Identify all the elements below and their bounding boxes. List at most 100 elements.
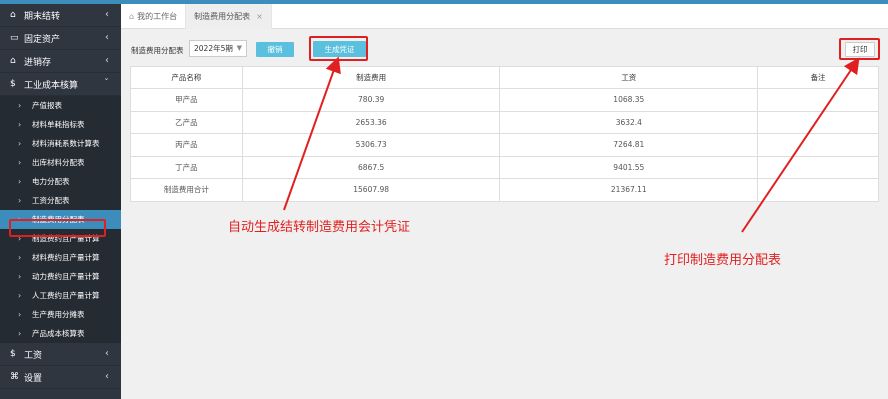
sidebar: ⌂ 期末结转 ‹ ▭ 固定资产 ‹ ⌂ 进销存 ‹ $ 工业成本核算 ˇ › 产值…	[0, 4, 121, 399]
column-header: 工资	[499, 66, 759, 89]
sidebar-item[interactable]: › 人工费约且产量计算	[0, 286, 121, 305]
sidebar-group-fixed-assets[interactable]: ▭ 固定资产 ‹	[0, 27, 121, 50]
sidebar-item-label: 工资分配表	[32, 196, 70, 205]
sidebar-item[interactable]: › 生产费用分摊表	[0, 305, 121, 324]
tab-label: 制造费用分配表	[194, 12, 251, 21]
table-cell: 21367.11	[499, 178, 759, 202]
sidebar-group-label: 期末结转	[24, 11, 61, 22]
table-cell	[757, 110, 879, 134]
sidebar-item[interactable]: › 材料费约且产量计算	[0, 248, 121, 267]
table-cell: 6867.5	[241, 155, 501, 179]
sidebar-item-label: 动力费约且产量计算	[32, 272, 100, 281]
sidebar-item[interactable]: › 出库材料分配表	[0, 153, 121, 172]
table-row: 甲产品 780.39 1068.35	[130, 88, 879, 112]
table-cell: 丙产品	[130, 133, 243, 157]
main-content: 制造费用分配表 2022年5期 ▼ 撤销 生成凭证 打印 产品名称 制造费用 工…	[121, 30, 888, 399]
dollar-icon: $	[10, 349, 16, 359]
annotation-generate-note: 自动生成结转制造费用会计凭证	[228, 220, 411, 235]
home-icon: ⌂	[10, 56, 16, 66]
sidebar-group-label: 工业成本核算	[24, 80, 79, 91]
column-header: 产品名称	[130, 66, 243, 89]
table-cell: 丁产品	[130, 155, 243, 179]
sidebar-item-label: 产品成本核算表	[32, 329, 85, 338]
tab-mfg-expense-allocation[interactable]: 制造费用分配表 ×	[186, 4, 272, 29]
period-select[interactable]: 2022年5期 ▼	[189, 40, 247, 57]
table-cell	[757, 155, 879, 179]
chevron-left-icon: ‹	[105, 371, 109, 382]
tab-workbench[interactable]: ⌂ 我的工作台	[121, 4, 187, 29]
chevron-left-icon: ‹	[105, 348, 109, 359]
highlight-box-sidebar-active	[9, 219, 106, 237]
allocation-table: 产品名称 制造费用 工资 备注 甲产品 780.39 1068.35 乙产品 2…	[130, 66, 879, 202]
highlight-box-print	[839, 38, 880, 60]
sidebar-item-label: 电力分配表	[32, 177, 70, 186]
table-cell	[757, 178, 879, 202]
dollar-icon: $	[10, 79, 16, 89]
table-row: 乙产品 2653.36 3632.4	[130, 110, 879, 134]
chevron-right-icon: ›	[18, 329, 22, 338]
table-cell: 1068.35	[499, 88, 759, 112]
sidebar-group-payroll[interactable]: $ 工资 ‹	[0, 343, 121, 366]
table-cell: 制造费用合计	[130, 178, 243, 202]
sidebar-item[interactable]: › 工资分配表	[0, 191, 121, 210]
sidebar-group-period-close[interactable]: ⌂ 期末结转 ‹	[0, 4, 121, 27]
table-cell: 3632.4	[499, 110, 759, 134]
table-cell	[757, 133, 879, 157]
chevron-right-icon: ›	[18, 310, 22, 319]
sidebar-item[interactable]: › 动力费约且产量计算	[0, 267, 121, 286]
tab-label: 我的工作台	[137, 12, 178, 21]
report-label: 制造费用分配表	[131, 46, 184, 55]
sidebar-group-settings[interactable]: ⌘ 设置 ‹	[0, 366, 121, 389]
undo-button[interactable]: 撤销	[256, 42, 294, 57]
sidebar-item-label: 材料消耗系数计算表	[32, 139, 100, 148]
sidebar-item-label: 出库材料分配表	[32, 158, 85, 167]
chevron-left-icon: ‹	[105, 9, 109, 20]
column-header: 备注	[757, 66, 879, 89]
sidebar-item[interactable]: › 产品成本核算表	[0, 324, 121, 343]
home-icon: ⌂	[129, 12, 135, 21]
table-cell: 乙产品	[130, 110, 243, 134]
chevron-right-icon: ›	[18, 139, 22, 148]
chevron-left-icon: ‹	[105, 55, 109, 66]
sidebar-item-label: 材料单耗指标表	[32, 120, 85, 129]
table-row: 丁产品 6867.5 9401.55	[130, 155, 879, 179]
sidebar-group-label: 固定资产	[24, 34, 61, 45]
tab-bar: ⌂ 我的工作台 制造费用分配表 ×	[121, 4, 888, 29]
chevron-right-icon: ›	[18, 291, 22, 300]
table-header-row: 产品名称 制造费用 工资 备注	[130, 66, 879, 89]
chevron-down-icon: ˇ	[104, 78, 109, 89]
table-cell: 2653.36	[241, 110, 501, 134]
close-icon[interactable]: ×	[256, 12, 263, 21]
annotation-print-note: 打印制造费用分配表	[664, 253, 782, 268]
table-cell: 5306.73	[241, 133, 501, 157]
sidebar-group-inventory[interactable]: ⌂ 进销存 ‹	[0, 50, 121, 73]
chevron-right-icon: ›	[18, 158, 22, 167]
monitor-icon: ▭	[10, 33, 19, 43]
sidebar-item-label: 人工费约且产量计算	[32, 291, 100, 300]
table-row-total: 制造费用合计 15607.98 21367.11	[130, 178, 879, 202]
period-value: 2022年5期	[194, 44, 233, 53]
table-cell	[757, 88, 879, 112]
chevron-down-icon: ▼	[236, 44, 242, 52]
table-cell: 780.39	[241, 88, 501, 112]
chevron-right-icon: ›	[18, 120, 22, 129]
sidebar-group-label: 设置	[24, 373, 43, 384]
sidebar-item[interactable]: › 电力分配表	[0, 172, 121, 191]
home-icon: ⌂	[10, 10, 16, 20]
sidebar-group-industrial-cost[interactable]: $ 工业成本核算 ˇ	[0, 73, 121, 96]
chevron-right-icon: ›	[18, 196, 22, 205]
sidebar-item[interactable]: › 产值报表	[0, 96, 121, 115]
sidebar-item[interactable]: › 材料单耗指标表	[0, 115, 121, 134]
chevron-right-icon: ›	[18, 253, 22, 262]
sidebar-item[interactable]: › 材料消耗系数计算表	[0, 134, 121, 153]
table-cell: 7264.81	[499, 133, 759, 157]
chevron-left-icon: ‹	[105, 32, 109, 43]
column-header: 制造费用	[241, 66, 501, 89]
table-row: 丙产品 5306.73 7264.81	[130, 133, 879, 157]
settings-icon: ⌘	[10, 372, 19, 382]
sidebar-group-label: 进销存	[24, 57, 52, 68]
table-cell: 9401.55	[499, 155, 759, 179]
sidebar-item-label: 生产费用分摊表	[32, 310, 85, 319]
sidebar-item-label: 材料费约且产量计算	[32, 253, 100, 262]
chevron-right-icon: ›	[18, 272, 22, 281]
